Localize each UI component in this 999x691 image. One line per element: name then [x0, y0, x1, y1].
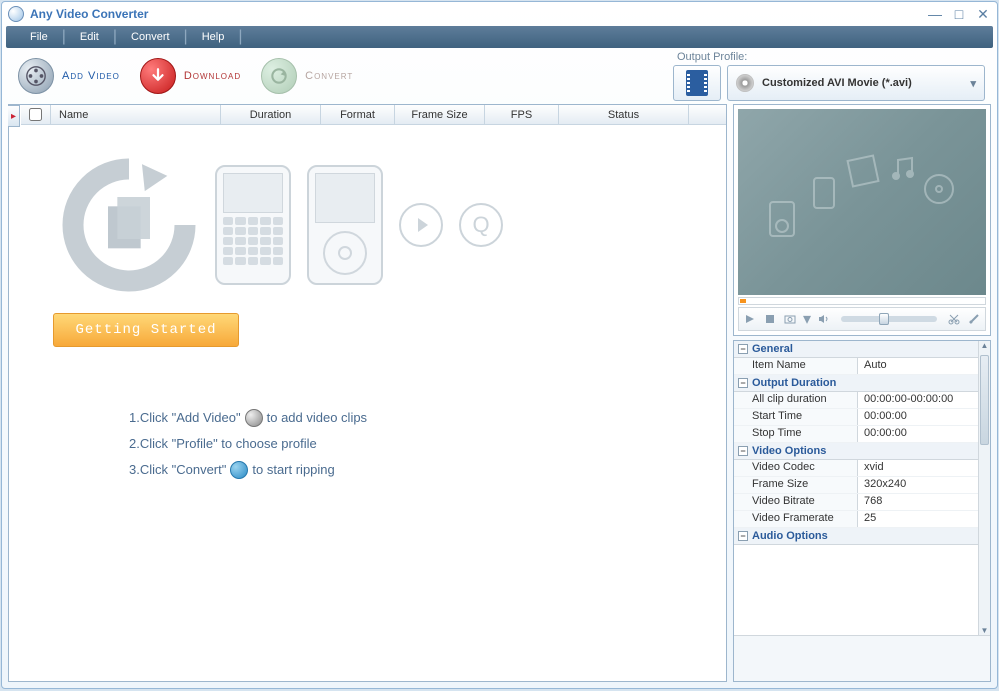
- section-output-duration[interactable]: −Output Duration: [734, 375, 978, 392]
- phone-graphic-icon: [215, 165, 291, 285]
- snapshot-dropdown[interactable]: ▾: [803, 312, 811, 326]
- download-button[interactable]: Download: [136, 54, 245, 98]
- property-description-box: [734, 635, 990, 681]
- col-fps[interactable]: FPS: [485, 105, 559, 124]
- prop-stop-time[interactable]: Stop Time00:00:00: [734, 426, 978, 443]
- prop-video-bitrate[interactable]: Video Bitrate768: [734, 494, 978, 511]
- video-list-panel: ▸ Name Duration Format Frame Size FPS St…: [8, 104, 727, 682]
- output-profile-value: Customized AVI Movie (*.avi): [762, 77, 912, 89]
- add-video-label: Add Video: [62, 70, 120, 82]
- download-label: Download: [184, 70, 241, 82]
- toolbar: Add Video Download Convert Output Profil…: [2, 48, 997, 104]
- app-window: Any Video Converter — □ ✕ File| Edit| Co…: [1, 1, 998, 689]
- player-controls: ▾: [738, 307, 986, 331]
- snapshot-button[interactable]: [783, 312, 797, 326]
- film-reel-icon: [18, 58, 54, 94]
- col-check[interactable]: [21, 105, 51, 124]
- refresh-graphic-icon: [59, 155, 199, 295]
- prop-item-name[interactable]: Item NameAuto: [734, 358, 978, 375]
- instructions-text: 1.Click "Add Video" to add video clips 2…: [129, 405, 706, 483]
- menu-convert[interactable]: Convert: [117, 31, 184, 43]
- convert-icon: [261, 58, 297, 94]
- cut-button[interactable]: [947, 312, 961, 326]
- volume-slider[interactable]: [841, 316, 937, 322]
- convert-mini-icon: [230, 461, 248, 479]
- col-format[interactable]: Format: [321, 105, 395, 124]
- add-video-button[interactable]: Add Video: [14, 54, 124, 98]
- col-status[interactable]: Status: [559, 105, 689, 124]
- prop-all-clip-duration[interactable]: All clip duration00:00:00-00:00:00: [734, 392, 978, 409]
- film-strip-icon: [686, 70, 708, 96]
- menu-help[interactable]: Help: [188, 31, 239, 43]
- titlebar: Any Video Converter — □ ✕: [2, 2, 997, 26]
- disc-icon: [736, 74, 754, 92]
- menubar: File| Edit| Convert| Help|: [6, 26, 993, 48]
- volume-button[interactable]: [817, 312, 831, 326]
- convert-label: Convert: [305, 70, 353, 82]
- output-profile-label: Output Profile:: [677, 51, 985, 63]
- profile-icon-button[interactable]: [673, 65, 721, 101]
- prop-video-codec[interactable]: Video Codecxvid: [734, 460, 978, 477]
- phone-watermark-icon: [812, 176, 838, 212]
- window-title: Any Video Converter: [30, 7, 927, 21]
- preview-panel: ▾: [733, 104, 991, 336]
- minimize-button[interactable]: —: [927, 6, 943, 23]
- grid-header: Name Duration Format Frame Size FPS Stat…: [21, 105, 726, 125]
- col-duration[interactable]: Duration: [221, 105, 321, 124]
- music-watermark-icon: [888, 154, 918, 184]
- play-graphic-icon: [399, 203, 443, 247]
- close-button[interactable]: ✕: [975, 6, 991, 23]
- prop-start-time[interactable]: Start Time00:00:00: [734, 409, 978, 426]
- preview-progress-bar[interactable]: [738, 297, 986, 305]
- empty-state: Q Getting Started 1.Click "Add Video" to…: [9, 125, 726, 681]
- play-button[interactable]: [743, 312, 757, 326]
- prop-frame-size[interactable]: Frame Size320x240: [734, 477, 978, 494]
- col-framesize[interactable]: Frame Size: [395, 105, 485, 124]
- getting-started-button[interactable]: Getting Started: [53, 313, 239, 347]
- quicktime-graphic-icon: Q: [459, 203, 503, 247]
- props-scrollbar[interactable]: [978, 341, 990, 635]
- convert-button[interactable]: Convert: [257, 54, 357, 98]
- side-expand-tab[interactable]: ▸: [8, 105, 20, 127]
- menu-edit[interactable]: Edit: [66, 31, 113, 43]
- stop-button[interactable]: [763, 312, 777, 326]
- chevron-down-icon: ▾: [970, 77, 976, 90]
- prop-video-framerate[interactable]: Video Framerate25: [734, 511, 978, 528]
- settings-button[interactable]: [967, 312, 981, 326]
- ipod-watermark-icon: [768, 200, 798, 240]
- properties-panel: −General Item NameAuto −Output Duration …: [733, 340, 991, 682]
- col-name[interactable]: Name: [51, 105, 221, 124]
- section-general[interactable]: −General: [734, 341, 978, 358]
- select-all-checkbox[interactable]: [29, 108, 42, 121]
- film-reel-mini-icon: [245, 409, 263, 427]
- section-audio-options[interactable]: −Audio Options: [734, 528, 978, 545]
- download-icon: [140, 58, 176, 94]
- disc-watermark-icon: [922, 172, 956, 206]
- menu-file[interactable]: File: [16, 31, 62, 43]
- output-profile-select[interactable]: Customized AVI Movie (*.avi) ▾: [727, 65, 985, 101]
- section-video-options[interactable]: −Video Options: [734, 443, 978, 460]
- preview-display: [738, 109, 986, 295]
- app-logo-icon: [8, 6, 24, 22]
- maximize-button[interactable]: □: [951, 6, 967, 23]
- ipod-graphic-icon: [307, 165, 383, 285]
- film-watermark-icon: [844, 152, 884, 192]
